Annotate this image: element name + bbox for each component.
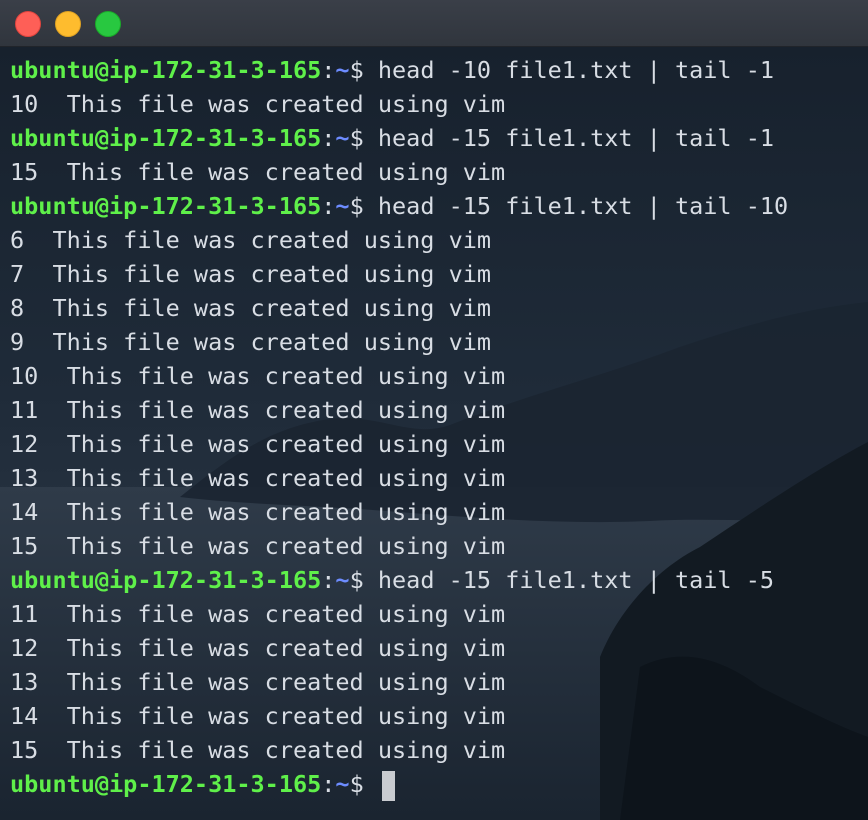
prompt-separator: :	[321, 566, 336, 594]
prompt-separator: :	[321, 192, 336, 220]
command-text: head -15 file1.txt | tail -10	[377, 192, 789, 220]
output-line: 14 This file was created using vim	[10, 498, 506, 526]
terminal-output[interactable]: ubuntu@ip-172-31-3-165:~$ head -10 file1…	[10, 53, 860, 801]
prompt-symbol: $	[349, 124, 378, 152]
prompt-user-host: ubuntu@ip-172-31-3-165	[10, 124, 322, 152]
output-line: 9 This file was created using vim	[10, 328, 492, 356]
prompt-path: ~	[335, 566, 350, 594]
prompt-line: ubuntu@ip-172-31-3-165:~$ head -10 file1…	[10, 53, 860, 87]
output-line: 13 This file was created using vim	[10, 668, 506, 696]
prompt-line: ubuntu@ip-172-31-3-165:~$	[10, 767, 860, 801]
prompt-symbol: $	[349, 770, 378, 798]
prompt-symbol: $	[349, 56, 378, 84]
prompt-user-host: ubuntu@ip-172-31-3-165	[10, 770, 322, 798]
prompt-path: ~	[335, 56, 350, 84]
prompt-user-host: ubuntu@ip-172-31-3-165	[10, 192, 322, 220]
prompt-symbol: $	[349, 192, 378, 220]
output-line: 15 This file was created using vim	[10, 736, 506, 764]
prompt-path: ~	[335, 770, 350, 798]
prompt-path: ~	[335, 124, 350, 152]
prompt-separator: :	[321, 124, 336, 152]
prompt-separator: :	[321, 56, 336, 84]
prompt-symbol: $	[349, 566, 378, 594]
command-text: head -15 file1.txt | tail -1	[377, 124, 775, 152]
minimize-button[interactable]	[55, 11, 81, 37]
output-line: 7 This file was created using vim	[10, 260, 492, 288]
output-line: 8 This file was created using vim	[10, 294, 492, 322]
prompt-user-host: ubuntu@ip-172-31-3-165	[10, 566, 322, 594]
output-line: 10 This file was created using vim	[10, 362, 506, 390]
prompt-path: ~	[335, 192, 350, 220]
output-line: 11 This file was created using vim	[10, 396, 506, 424]
text-cursor[interactable]	[381, 770, 395, 801]
prompt-user-host: ubuntu@ip-172-31-3-165	[10, 56, 322, 84]
output-line: 12 This file was created using vim	[10, 430, 506, 458]
output-line: 13 This file was created using vim	[10, 464, 506, 492]
output-line: 15 This file was created using vim	[10, 158, 506, 186]
close-button[interactable]	[15, 11, 41, 37]
prompt-line: ubuntu@ip-172-31-3-165:~$ head -15 file1…	[10, 189, 860, 223]
zoom-button[interactable]	[95, 11, 121, 37]
prompt-line: ubuntu@ip-172-31-3-165:~$ head -15 file1…	[10, 121, 860, 155]
output-line: 15 This file was created using vim	[10, 532, 506, 560]
prompt-line: ubuntu@ip-172-31-3-165:~$ head -15 file1…	[10, 563, 860, 597]
command-text: head -15 file1.txt | tail -5	[377, 566, 775, 594]
output-line: 6 This file was created using vim	[10, 226, 492, 254]
title-bar	[0, 0, 868, 47]
command-text: head -10 file1.txt | tail -1	[377, 56, 775, 84]
output-line: 12 This file was created using vim	[10, 634, 506, 662]
prompt-separator: :	[321, 770, 336, 798]
output-line: 10 This file was created using vim	[10, 90, 506, 118]
output-line: 11 This file was created using vim	[10, 600, 506, 628]
output-line: 14 This file was created using vim	[10, 702, 506, 730]
terminal-window: ubuntu@ip-172-31-3-165:~$ head -10 file1…	[0, 0, 868, 820]
